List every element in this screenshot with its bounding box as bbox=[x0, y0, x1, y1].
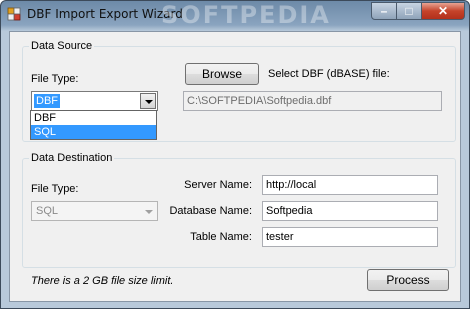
close-button[interactable]: ✕ bbox=[421, 2, 465, 20]
process-button[interactable]: Process bbox=[367, 269, 449, 291]
source-file-type-label: File Type: bbox=[31, 73, 79, 85]
file-type-dropdown-list: DBF SQL bbox=[30, 110, 157, 140]
dropdown-option-dbf[interactable]: DBF bbox=[31, 111, 156, 125]
database-name-label: Database Name: bbox=[169, 205, 252, 217]
server-name-label: Server Name: bbox=[184, 179, 252, 191]
destination-file-type-value: SQL bbox=[36, 205, 59, 217]
browse-button[interactable]: Browse bbox=[185, 63, 259, 85]
data-source-legend: Data Source bbox=[31, 40, 93, 52]
source-file-type-select[interactable]: DBF bbox=[31, 91, 158, 111]
softpedia-watermark: SOFTPEDIA bbox=[161, 1, 331, 29]
destination-file-type-label: File Type: bbox=[31, 183, 79, 195]
file-path-field[interactable]: C:\SOFTPEDIA\Softpedia.dbf bbox=[183, 91, 442, 111]
chevron-down-icon[interactable] bbox=[140, 203, 156, 219]
table-name-label: Table Name: bbox=[190, 231, 252, 243]
dropdown-option-sql[interactable]: SQL bbox=[31, 125, 156, 139]
minimize-button[interactable]: – bbox=[371, 2, 397, 20]
window-title: DBF Import Export Wizard bbox=[27, 7, 183, 21]
client-area: Data Source File Type: DBF Browse Select… bbox=[9, 31, 461, 302]
file-size-note: There is a 2 GB file size limit. bbox=[31, 275, 174, 287]
chevron-down-icon[interactable] bbox=[140, 93, 156, 109]
server-name-field[interactable]: http://local bbox=[262, 175, 438, 195]
data-destination-legend: Data Destination bbox=[31, 152, 113, 164]
app-window: DBF Import Export Wizard SOFTPEDIA – □ ✕… bbox=[0, 0, 470, 309]
title-bar[interactable]: DBF Import Export Wizard SOFTPEDIA – □ ✕ bbox=[1, 1, 469, 29]
table-name-field[interactable]: tester bbox=[262, 227, 438, 247]
maximize-button[interactable]: □ bbox=[396, 2, 422, 20]
close-icon: ✕ bbox=[437, 4, 449, 18]
database-name-field[interactable]: Softpedia bbox=[262, 201, 438, 221]
minimize-icon: – bbox=[380, 4, 388, 18]
select-file-label: Select DBF (dBASE) file: bbox=[268, 68, 390, 80]
destination-file-type-select[interactable]: SQL bbox=[31, 201, 158, 221]
maximize-icon: □ bbox=[405, 4, 413, 18]
dbf-app-icon bbox=[7, 7, 21, 21]
source-file-type-value: DBF bbox=[34, 94, 60, 108]
